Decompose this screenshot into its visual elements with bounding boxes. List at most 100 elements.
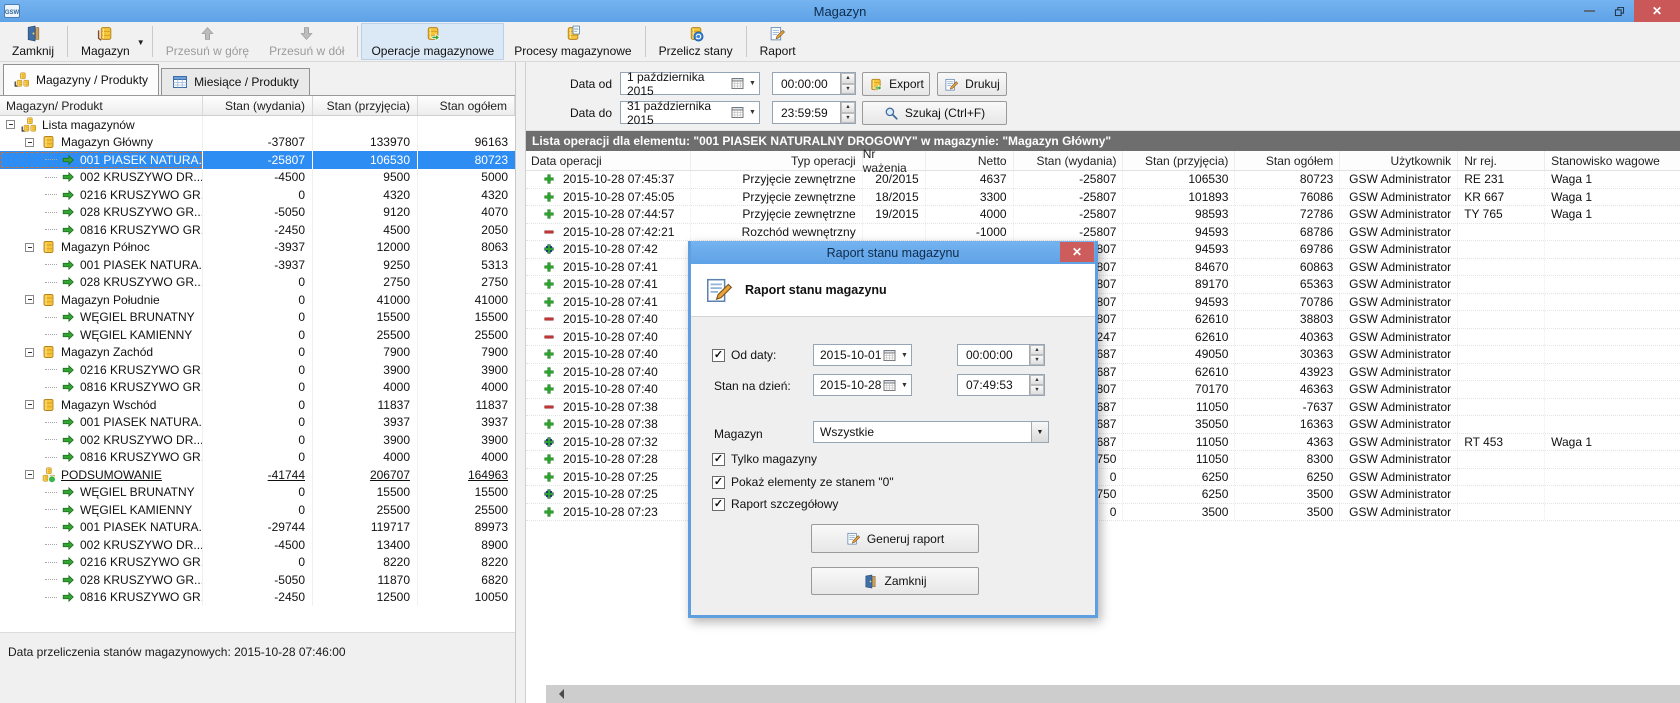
restore-button[interactable] <box>1604 0 1634 22</box>
column-header-stanowisko-wagowe[interactable]: Stanowisko wagowe <box>1545 151 1680 170</box>
column-header-nr-rej[interactable]: Nr rej. <box>1458 151 1545 170</box>
tree-row[interactable]: 0816 KRUSZYWO GR... -2450 4500 2050 <box>0 221 515 239</box>
tree-row[interactable]: 001 PIASEK NATURA... -3937 9250 5313 <box>0 256 515 274</box>
expand-toggle-icon[interactable] <box>25 348 34 357</box>
chevron-down-icon[interactable]: ▼ <box>746 80 759 87</box>
od-daty-time-spinner[interactable]: ▲▼ <box>1029 345 1044 365</box>
dialog-zamknij-button[interactable]: Zamknij <box>811 567 979 595</box>
tree-row[interactable]: 0816 KRUSZYWO GR... 0 4000 4000 <box>0 449 515 467</box>
chevron-down-icon[interactable]: ▼ <box>746 109 759 116</box>
expand-toggle-icon[interactable] <box>25 295 34 304</box>
tree-row[interactable]: 001 PIASEK NATURA... 0 3937 3937 <box>0 414 515 432</box>
stan-time-field[interactable]: 07:49:53 ▲▼ <box>957 374 1045 396</box>
column-header-typ-operacji[interactable]: Typ operacji <box>691 151 863 170</box>
search-button[interactable]: Szukaj (Ctrl+F) <box>862 101 1007 125</box>
toolbar-button[interactable]: Procesy magazynowe ▼ <box>504 23 641 60</box>
tylko-magazyny-checkbox[interactable]: ✓ Tylko magazyny <box>712 452 817 466</box>
date-to-field[interactable]: 31 października 2015 ▼ <box>620 101 760 124</box>
tree-row[interactable]: 0216 KRUSZYWO GR... 0 3900 3900 <box>0 361 515 379</box>
column-header-stan-przyjecia[interactable]: Stan (przyjęcia) <box>313 96 418 115</box>
tree-row[interactable]: Lista magazynów <box>0 116 515 134</box>
horizontal-scrollbar[interactable] <box>546 685 1680 703</box>
minimize-button[interactable] <box>1574 0 1604 22</box>
column-header-uzytkownik[interactable]: Użytkownik <box>1340 151 1458 170</box>
stan-date-field[interactable]: 2015-10-28 ▼ <box>813 374 912 396</box>
tree-row[interactable]: WĘGIEL KAMIENNY 0 25500 25500 <box>0 501 515 519</box>
expand-toggle-icon[interactable] <box>25 138 34 147</box>
tree-row[interactable]: 002 KRUSZYWO DR... -4500 9500 5000 <box>0 169 515 187</box>
column-header-stan-ogolem[interactable]: Stan ogółem <box>1235 151 1340 170</box>
checkbox-checked-icon[interactable]: ✓ <box>712 453 725 466</box>
tree-row[interactable]: 0216 KRUSZYWO GR... 0 8220 8220 <box>0 554 515 572</box>
operation-row[interactable]: 2015-10-28 07:45:05 Przyjęcie zewnętrzne… <box>526 189 1680 207</box>
left-panel-tab[interactable]: Magazyny / Produkty <box>3 64 159 95</box>
dialog-close-button[interactable]: ✕ <box>1060 242 1094 262</box>
expand-toggle-icon[interactable] <box>25 400 34 409</box>
date-from-field[interactable]: 1 października 2015 ▼ <box>620 72 760 95</box>
checkbox-checked-icon[interactable]: ✓ <box>712 498 725 511</box>
column-header-stan-przyjecia[interactable]: Stan (przyjęcia) <box>1123 151 1235 170</box>
column-header-magazyn-produkt[interactable]: Magazyn/ Produkt <box>0 96 203 115</box>
tree-row[interactable]: WĘGIEL BRUNATNY 0 15500 15500 <box>0 484 515 502</box>
scroll-left-button[interactable] <box>546 685 576 703</box>
time-from-field[interactable]: 00:00:00 ▲▼ <box>772 72 856 95</box>
tree-row[interactable]: 0816 KRUSZYWO GR... -2450 12500 10050 <box>0 589 515 607</box>
expand-toggle-icon[interactable] <box>6 120 15 129</box>
toolbar-button[interactable]: Przesuń w dół ▼ <box>259 23 354 60</box>
stan-time-spinner[interactable]: ▲▼ <box>1029 375 1044 395</box>
time-to-field[interactable]: 23:59:59 ▲▼ <box>772 101 856 124</box>
chevron-down-icon[interactable]: ▼ <box>898 382 911 389</box>
od-daty-date-field[interactable]: 2015-10-01 ▼ <box>813 344 912 366</box>
column-header-stan-wydania[interactable]: Stan (wydania) <box>203 96 313 115</box>
raport-szczegolowy-checkbox[interactable]: ✓ Raport szczegółowy <box>712 497 838 511</box>
tree-row[interactable]: 001 PIASEK NATURA... -29744 119717 89973 <box>0 519 515 537</box>
toolbar-button[interactable]: Operacje magazynowe ▼ <box>361 23 504 60</box>
tree-row[interactable]: 002 KRUSZYWO DR... -4500 13400 8900 <box>0 536 515 554</box>
tree-row[interactable]: Magazyn Wschód 0 11837 11837 <box>0 396 515 414</box>
close-button[interactable]: ✕ <box>1634 0 1680 22</box>
tree-row[interactable]: Magazyn Północ -3937 12000 8063 <box>0 239 515 257</box>
pokaz-elementy-checkbox[interactable]: ✓ Pokaż elementy ze stanem "0" <box>712 475 894 489</box>
column-header-netto[interactable]: Netto <box>926 151 1014 170</box>
expand-toggle-icon[interactable] <box>25 243 34 252</box>
magazyn-combobox[interactable]: Wszystkie ▼ <box>813 421 1049 443</box>
operation-row[interactable]: 2015-10-28 07:42:21 Rozchód wewnętrzny -… <box>526 224 1680 242</box>
column-header-stan-ogolem[interactable]: Stan ogółem <box>418 96 515 115</box>
column-header-data-operacji[interactable]: Data operacji <box>526 151 691 170</box>
tree-row[interactable]: 0816 KRUSZYWO GR... 0 4000 4000 <box>0 379 515 397</box>
column-header-stan-wydania[interactable]: Stan (wydania) <box>1014 151 1124 170</box>
column-header-nr-wazenia[interactable]: Nr ważenia <box>863 151 926 170</box>
expand-toggle-icon[interactable] <box>25 470 34 479</box>
toolbar-button[interactable]: Zamknij ▼ <box>2 23 64 60</box>
toolbar-button[interactable]: Raport ▼ <box>750 23 806 60</box>
operation-row[interactable]: 2015-10-28 07:44:57 Przyjęcie zewnętrzne… <box>526 206 1680 224</box>
tree-row[interactable]: 028 KRUSZYWO GR... 0 2750 2750 <box>0 274 515 292</box>
chevron-down-icon[interactable]: ▼ <box>898 352 911 359</box>
time-to-spinner[interactable]: ▲▼ <box>840 102 855 123</box>
tree-row[interactable]: Magazyn Południe 0 41000 41000 <box>0 291 515 309</box>
tree-row[interactable]: 0216 KRUSZYWO GR... 0 4320 4320 <box>0 186 515 204</box>
tree-row[interactable]: Magazyn Zachód 0 7900 7900 <box>0 344 515 362</box>
tree-row[interactable]: 028 KRUSZYWO GR... -5050 11870 6820 <box>0 571 515 589</box>
tree-row[interactable]: Magazyn Główny -37807 133970 96163 <box>0 134 515 152</box>
time-from-spinner[interactable]: ▲▼ <box>840 73 855 94</box>
tree-row[interactable]: 028 KRUSZYWO GR... -5050 9120 4070 <box>0 204 515 222</box>
toolbar-button[interactable]: Magazyn ▼ <box>71 23 149 60</box>
checkbox-checked-icon[interactable]: ✓ <box>712 476 725 489</box>
left-panel-tab[interactable]: Miesiące / Produkty <box>161 68 310 95</box>
od-daty-time-field[interactable]: 00:00:00 ▲▼ <box>957 344 1045 366</box>
generate-report-button[interactable]: Generuj raport <box>811 524 979 553</box>
operation-row[interactable]: 2015-10-28 07:45:37 Przyjęcie zewnętrzne… <box>526 171 1680 189</box>
checkbox-checked-icon[interactable]: ✓ <box>712 349 725 362</box>
tree-row[interactable]: WĘGIEL BRUNATNY 0 15500 15500 <box>0 309 515 327</box>
tree-row[interactable]: 002 KRUSZYWO DR... 0 3900 3900 <box>0 431 515 449</box>
od-daty-checkbox[interactable]: ✓ Od daty: <box>712 348 776 362</box>
export-button[interactable]: Export <box>862 72 930 96</box>
tree-row[interactable]: PODSUMOWANIE -41744 206707 164963 <box>0 466 515 484</box>
toolbar-button[interactable]: Przelicz stany ▼ <box>649 23 743 60</box>
toolbar-button[interactable]: Przesuń w górę ▼ <box>156 23 259 60</box>
tree-row[interactable]: WĘGIEL KAMIENNY 0 25500 25500 <box>0 326 515 344</box>
combo-dropdown-icon[interactable]: ▼ <box>1031 422 1048 442</box>
tree-row[interactable]: 001 PIASEK NATURA... -25807 106530 80723 <box>0 151 515 169</box>
print-button[interactable]: Drukuj <box>937 72 1007 96</box>
